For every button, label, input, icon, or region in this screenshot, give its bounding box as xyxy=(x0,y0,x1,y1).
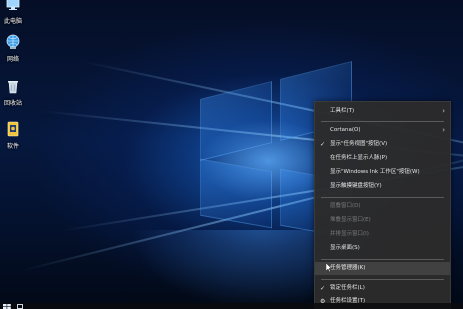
menu-item-show-desktop[interactable]: 显示桌面(S) xyxy=(315,242,450,255)
menu-item-task-manager[interactable]: 任务管理器(K) xyxy=(315,262,450,275)
checkmark-icon: ✓ xyxy=(320,285,326,292)
menu-separator xyxy=(321,197,444,198)
desktop-icon-label: 此电脑 xyxy=(3,18,22,25)
software-icon xyxy=(7,121,19,137)
checkmark-icon: ✓ xyxy=(320,141,326,148)
menu-item-cortana[interactable]: Cortana(O) › xyxy=(315,124,450,137)
desktop-icon-label: 回收站 xyxy=(3,100,22,107)
taskbar[interactable] xyxy=(0,303,463,309)
menu-separator xyxy=(321,121,444,122)
network-icon xyxy=(6,34,20,49)
desktop-icon-label: 软件 xyxy=(6,143,19,150)
chevron-right-icon: › xyxy=(442,107,445,115)
menu-item-show-ink-workspace[interactable]: 显示"Windows Ink 工作区"按钮(W) xyxy=(315,166,450,179)
desktop-icon-this-pc[interactable]: 此电脑 xyxy=(0,0,26,25)
mouse-cursor-icon xyxy=(326,263,332,272)
desktop-icon-network[interactable]: 网络 xyxy=(0,34,26,63)
menu-separator xyxy=(321,259,444,260)
menu-item-show-task-view-button[interactable]: ✓ 显示"任务视图"按钮(V) xyxy=(315,138,450,151)
task-view-icon[interactable] xyxy=(17,304,23,309)
this-pc-icon xyxy=(6,0,20,10)
menu-item-show-touch-keyboard[interactable]: 显示触摸键盘按钮(Y) xyxy=(315,180,450,193)
taskbar-context-menu: 工具栏(T) › Cortana(O) › ✓ 显示"任务视图"按钮(V) 在任… xyxy=(314,101,451,309)
menu-item-cascade-windows: 层叠窗口(D) xyxy=(330,203,361,209)
menu-item-stack-windows: 堆叠显示窗口(E) xyxy=(330,217,371,223)
menu-item-show-people[interactable]: 在任务栏上显示人脉(P) xyxy=(315,152,450,165)
menu-item-toolbars[interactable]: 工具栏(T) › xyxy=(315,105,450,118)
windows-start-icon[interactable] xyxy=(3,304,11,309)
recycle-bin-icon xyxy=(8,81,18,94)
desktop-icon-recycle-bin[interactable]: 回收站 xyxy=(0,78,26,107)
menu-item-lock-taskbar[interactable]: ✓ 锁定任务栏(L) xyxy=(315,282,450,295)
desktop-icon-software[interactable]: 软件 xyxy=(0,121,26,150)
desktop-icon-label: 网络 xyxy=(6,56,19,63)
menu-separator xyxy=(321,279,444,280)
chevron-right-icon: › xyxy=(442,126,445,134)
menu-item-side-by-side-windows: 并排显示窗口(I) xyxy=(330,231,369,237)
